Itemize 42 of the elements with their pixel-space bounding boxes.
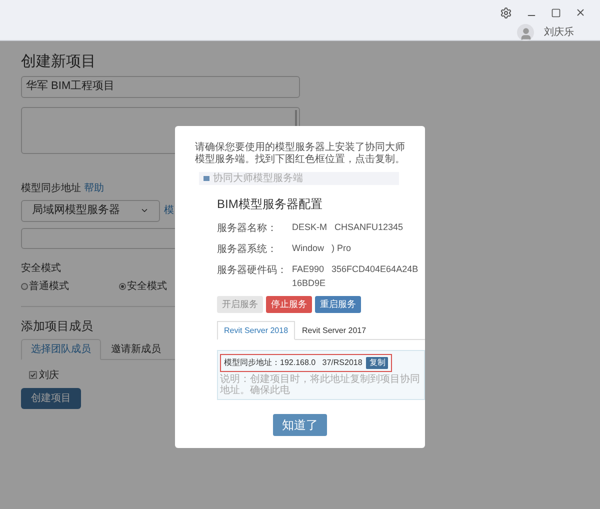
page-title: 创建新项目: [21, 52, 97, 72]
radio-label: 安全模式: [127, 280, 167, 294]
config-heading: BIM模型服务器配置: [217, 196, 324, 213]
caret-icon: [140, 206, 149, 215]
ok-button[interactable]: 知道了: [273, 414, 327, 436]
version-tab[interactable]: Revit Server 2017: [295, 321, 374, 340]
field-label: 模型同步地址: [21, 182, 81, 196]
info-label: 服务器系统：: [217, 242, 278, 257]
member-name: 刘庆: [39, 368, 59, 382]
dialog-message: 请确保您要使用的模型服务器上安装了协同大师模型服务端。找到下图红色框位置，点击复制。: [194, 142, 406, 166]
info-value: FAE990 356FCD404E64A24B16BD9E: [292, 263, 420, 290]
checkbox[interactable]: [29, 371, 37, 379]
sync-address: 模型同步地址：192.168.0 37/RS2018: [224, 357, 362, 369]
check-icon: [30, 372, 36, 378]
server-icon: [203, 175, 210, 182]
close-icon[interactable]: [575, 7, 586, 18]
user-name: 刘庆乐: [544, 26, 574, 40]
server-select[interactable]: 局域网模型服务器: [21, 200, 160, 222]
service-button[interactable]: 重启服务: [315, 296, 361, 313]
section-title: 添加项目成员: [21, 318, 93, 334]
window-title: 协同大师模型服务端: [213, 174, 303, 184]
member-tab[interactable]: 选择团队成员: [21, 338, 101, 360]
copy-button[interactable]: 复制: [366, 357, 388, 369]
member-tab[interactable]: 邀请新成员: [101, 338, 171, 360]
field-label: 安全模式: [21, 262, 61, 276]
info-value: Window ) Pro: [292, 242, 352, 255]
service-button[interactable]: 开启服务: [217, 296, 263, 313]
radio-button[interactable]: [119, 282, 126, 290]
version-tab[interactable]: Revit Server 2018: [217, 321, 296, 340]
create-project-button[interactable]: 创建项目: [21, 388, 81, 408]
radio-button[interactable]: [21, 282, 28, 290]
note-text: 说明：创建项目时，将此地址复制到项目协同地址。确保此电: [220, 374, 421, 396]
radio-label: 普通模式: [29, 280, 69, 294]
maximize-icon[interactable]: [551, 8, 561, 18]
settings-icon[interactable]: [500, 6, 512, 18]
model-link[interactable]: 模: [164, 203, 174, 218]
info-label: 服务器名称：: [217, 222, 278, 236]
project-name-field[interactable]: 华军 BIM工程项目: [21, 76, 300, 98]
info-value: DESK-M CHSANFU12345: [292, 221, 404, 234]
service-button[interactable]: 停止服务: [266, 296, 312, 313]
info-label: 服务器硬件码：: [217, 264, 288, 278]
help-link[interactable]: 帮助: [84, 180, 104, 196]
